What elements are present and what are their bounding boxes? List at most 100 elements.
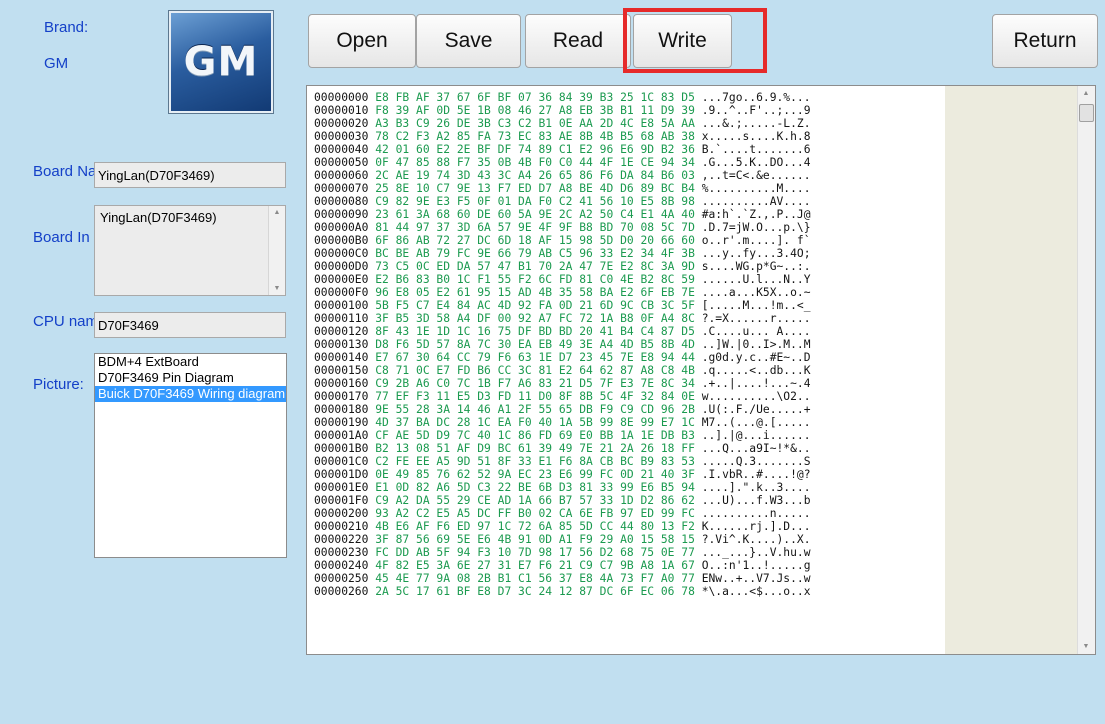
cpu-name-field[interactable]: D70F3469 xyxy=(94,312,286,338)
scroll-up-icon[interactable]: ▲ xyxy=(269,209,285,216)
hex-row-ascii: .C....u... A.... xyxy=(701,325,811,338)
hex-row: 000000F0 96 E8 05 E2 61 95 15 AD 4B 35 5… xyxy=(314,286,944,299)
hex-row: 00000040 42 01 60 E2 2E BF DF 74 89 C1 E… xyxy=(314,143,944,156)
hex-row-bytes: 4D 37 BA DC 28 1C EA F0 40 1A 5B 99 8E 9… xyxy=(375,416,702,429)
hex-scrollbar[interactable]: ▲ ▼ xyxy=(1077,86,1095,654)
hex-row-offset: 00000210 xyxy=(314,520,376,533)
hex-row: 00000100 5B F5 C7 E4 84 AC 4D 92 FA 0D 2… xyxy=(314,299,944,312)
hex-row-ascii: o..r'.m....]. f` xyxy=(701,234,811,247)
board-name-label: Board Na xyxy=(33,163,97,180)
hex-row-offset: 00000170 xyxy=(314,390,376,403)
hex-lines: 00000000 E8 FB AF 37 67 6F BF 07 36 84 3… xyxy=(314,91,944,598)
hex-row-offset: 00000140 xyxy=(314,351,376,364)
hex-row-ascii: .q.....<..db...K xyxy=(701,364,811,377)
hex-row-offset: 00000030 xyxy=(314,130,376,143)
hex-row-bytes: F8 39 AF 0D 5E 1B 08 46 27 A8 EB 3B B1 1… xyxy=(375,104,702,117)
hex-row: 000001D0 0E 49 85 76 62 52 9A EC 23 E6 9… xyxy=(314,468,944,481)
board-info-text: YingLan(D70F3469) xyxy=(100,210,217,225)
hex-row: 00000210 4B E6 AF F6 ED 97 1C 72 6A 85 5… xyxy=(314,520,944,533)
hex-row-bytes: E7 67 30 64 CC 79 F6 63 1E D7 23 45 7E E… xyxy=(375,351,702,364)
hex-row: 000001B0 B2 13 08 51 AF D9 BC 61 39 49 7… xyxy=(314,442,944,455)
hex-row-ascii: ...y..fy...3.4O; xyxy=(701,247,811,260)
hex-row: 00000260 2A 5C 17 61 BF E8 D7 3C 24 12 8… xyxy=(314,585,944,598)
hex-viewer[interactable]: 00000000 E8 FB AF 37 67 6F BF 07 36 84 3… xyxy=(306,85,1096,655)
return-button[interactable]: Return xyxy=(992,14,1098,68)
picture-list-item[interactable]: D70F3469 Pin Diagram xyxy=(95,370,286,386)
hex-row-ascii: .9..^..F'..;...9 xyxy=(701,104,811,117)
read-button[interactable]: Read xyxy=(525,14,631,68)
hex-row-offset: 000000A0 xyxy=(314,221,376,234)
board-info-label: Board In xyxy=(33,229,90,246)
hex-row-ascii: ,..t=C<.&e...... xyxy=(701,169,811,182)
hex-row-bytes: D8 F6 5D 57 8A 7C 30 EA EB 49 3E A4 4D B… xyxy=(375,338,702,351)
hex-row: 00000090 23 61 3A 68 60 DE 60 5A 9E 2C A… xyxy=(314,208,944,221)
hex-row-offset: 000001D0 xyxy=(314,468,376,481)
scroll-down-icon[interactable]: ▼ xyxy=(1078,643,1094,650)
hex-row-ascii: .D.7=jW.O...p.\} xyxy=(701,221,811,234)
hex-row-ascii: ....].".k..3.... xyxy=(701,481,811,494)
hex-row-bytes: 8F 43 1E 1D 1C 16 75 DF BD BD 20 41 B4 C… xyxy=(375,325,702,338)
hex-row-ascii: .U(:.F./Ue.....+ xyxy=(701,403,811,416)
hex-row-offset: 00000250 xyxy=(314,572,376,585)
board-info-scrollbar[interactable]: ▲ ▼ xyxy=(268,206,285,295)
hex-row-offset: 00000020 xyxy=(314,117,376,130)
hex-row: 00000070 25 8E 10 C7 9E 13 F7 ED D7 A8 B… xyxy=(314,182,944,195)
hex-row-offset: 00000200 xyxy=(314,507,376,520)
open-button[interactable]: Open xyxy=(308,14,416,68)
board-name-field[interactable]: YingLan(D70F3469) xyxy=(94,162,286,188)
hex-row-bytes: 2A 5C 17 61 BF E8 D7 3C 24 12 87 DC 6F E… xyxy=(375,585,702,598)
hex-row-bytes: A3 B3 C9 26 DE 3B C3 C2 B1 0E AA 2D 4C E… xyxy=(375,117,702,130)
hex-row-offset: 00000000 xyxy=(314,91,376,104)
hex-row-bytes: 25 8E 10 C7 9E 13 F7 ED D7 A8 BE 4D D6 8… xyxy=(375,182,702,195)
hex-row: 00000030 78 C2 F3 A2 85 FA 73 EC 83 AE 8… xyxy=(314,130,944,143)
hex-row: 00000050 0F 47 85 88 F7 35 0B 4B F0 C0 4… xyxy=(314,156,944,169)
scrollbar-thumb[interactable] xyxy=(1079,104,1094,122)
hex-row-offset: 000000E0 xyxy=(314,273,376,286)
hex-row: 00000060 2C AE 19 74 3D 43 3C A4 26 65 8… xyxy=(314,169,944,182)
picture-list-item[interactable]: BDM+4 ExtBoard xyxy=(95,354,286,370)
hex-row-ascii: ...Q...a9I~!*&.. xyxy=(701,442,811,455)
hex-row-offset: 00000110 xyxy=(314,312,376,325)
hex-row-bytes: 73 C5 0C ED DA 57 47 B1 70 2A 47 7E E2 8… xyxy=(375,260,702,273)
hex-row-bytes: 45 4E 77 9A 08 2B B1 C1 56 37 E8 4A 73 F… xyxy=(375,572,702,585)
hex-row-ascii: x.....s....K.h.8 xyxy=(701,130,811,143)
picture-listbox[interactable]: BDM+4 ExtBoard D70F3469 Pin Diagram Buic… xyxy=(94,353,287,558)
hex-row-ascii: O..:n'1..!.....g xyxy=(701,559,811,572)
scroll-down-icon[interactable]: ▼ xyxy=(269,285,285,292)
hex-row-bytes: 4F 82 E5 3A 6E 27 31 E7 F6 21 C9 C7 9B A… xyxy=(375,559,702,572)
board-info-field[interactable]: YingLan(D70F3469) ▲ ▼ xyxy=(94,205,286,296)
hex-row: 000000A0 81 44 97 37 3D 6A 57 9E 4F 9F B… xyxy=(314,221,944,234)
hex-row-ascii: B.`....t.......6 xyxy=(701,143,811,156)
hex-row-offset: 00000120 xyxy=(314,325,376,338)
save-button[interactable]: Save xyxy=(416,14,521,68)
hex-row: 000000B0 6F 86 AB 72 27 DC 6D 18 AF 15 9… xyxy=(314,234,944,247)
hex-row: 00000140 E7 67 30 64 CC 79 F6 63 1E D7 2… xyxy=(314,351,944,364)
hex-row-bytes: 6F 86 AB 72 27 DC 6D 18 AF 15 98 5D D0 2… xyxy=(375,234,702,247)
hex-row-bytes: 3F 87 56 69 5E E6 4B 91 0D A1 F9 29 A0 1… xyxy=(375,533,702,546)
hex-row-offset: 00000010 xyxy=(314,104,376,117)
hex-row-ascii: ENw..+..V7.Js..w xyxy=(701,572,811,585)
scroll-up-icon[interactable]: ▲ xyxy=(1078,90,1094,97)
hex-row-bytes: C2 FE EE A5 9D 51 8F 33 E1 F6 8A CB BC B… xyxy=(375,455,702,468)
hex-row-ascii: w..........\O2.. xyxy=(701,390,811,403)
hex-row-bytes: 9E 55 28 3A 14 46 A1 2F 55 65 DB F9 C9 C… xyxy=(375,403,702,416)
hex-row-bytes: 2C AE 19 74 3D 43 3C A4 26 65 86 F6 DA 8… xyxy=(375,169,702,182)
hex-row: 00000190 4D 37 BA DC 28 1C EA F0 40 1A 5… xyxy=(314,416,944,429)
hex-row-offset: 00000040 xyxy=(314,143,376,156)
hex-row-bytes: E8 FB AF 37 67 6F BF 07 36 84 39 B3 25 1… xyxy=(375,91,702,104)
hex-row-offset: 000001F0 xyxy=(314,494,376,507)
hex-row-ascii: M7..(...@.[..... xyxy=(701,416,811,429)
hex-row-ascii: ......U.l...N..Y xyxy=(701,273,811,286)
hex-row-offset: 00000050 xyxy=(314,156,376,169)
hex-row: 00000160 C9 2B A6 C0 7C 1B F7 A6 83 21 D… xyxy=(314,377,944,390)
brand-value: GM xyxy=(44,55,69,72)
hex-row-ascii: K......rj.].D... xyxy=(701,520,811,533)
hex-row-offset: 00000070 xyxy=(314,182,376,195)
picture-list-item-selected[interactable]: Buick D70F3469 Wiring diagram xyxy=(95,386,286,402)
hex-row-bytes: FC DD AB 5F 94 F3 10 7D 98 17 56 D2 68 7… xyxy=(375,546,702,559)
hex-row-bytes: 5B F5 C7 E4 84 AC 4D 92 FA 0D 21 6D 9C C… xyxy=(375,299,702,312)
hex-row-ascii: *\.a...<$...o..x xyxy=(701,585,811,598)
hex-row-bytes: E1 0D 82 A6 5D C3 22 BE 6B D3 81 33 99 E… xyxy=(375,481,702,494)
hex-row-bytes: 3F B5 3D 58 A4 DF 00 92 A7 FC 72 1A B8 0… xyxy=(375,312,702,325)
hex-row-bytes: 78 C2 F3 A2 85 FA 73 EC 83 AE 8B 4B B5 6… xyxy=(375,130,702,143)
